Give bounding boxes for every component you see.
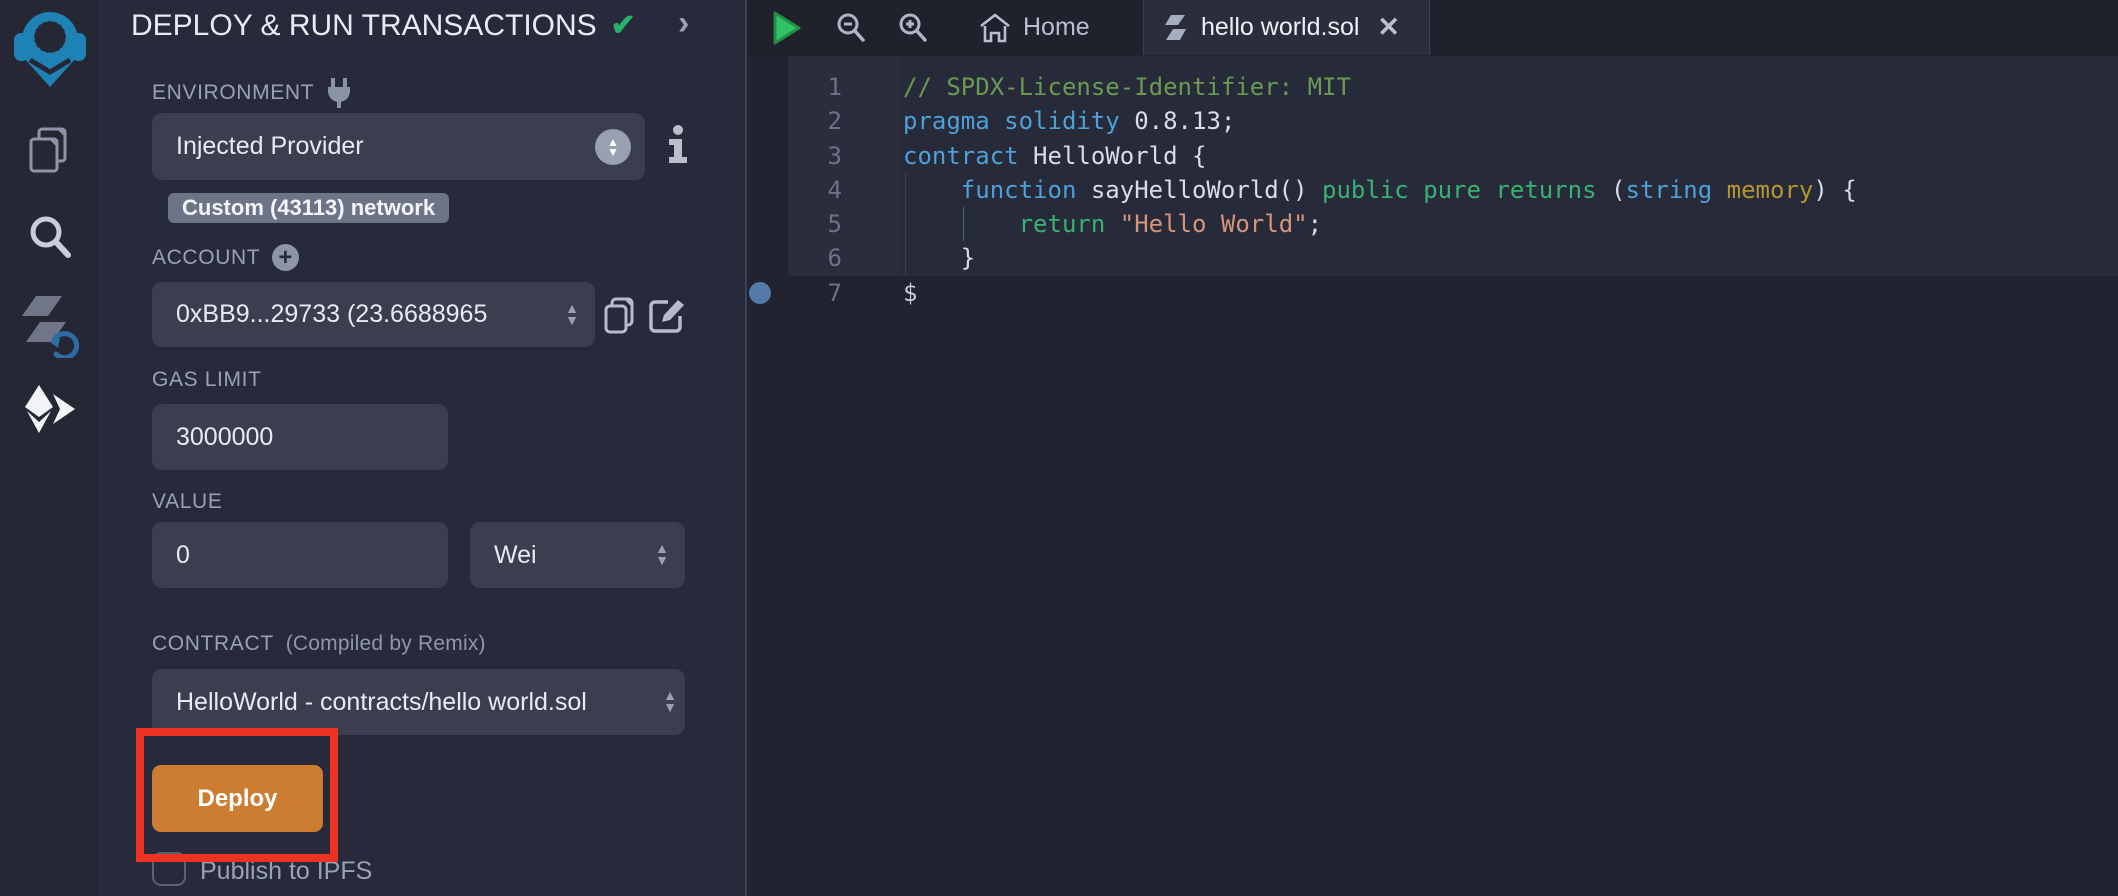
deploy-button[interactable]: Deploy — [152, 765, 323, 832]
line-number: 6 — [747, 241, 842, 275]
panel-title: DEPLOY & RUN TRANSACTIONS — [131, 9, 597, 43]
code-line-5[interactable]: 5 return "Hello World"; — [747, 207, 2118, 241]
zoom-out-button[interactable] — [835, 0, 867, 55]
contract-label-row: CONTRACT (Compiled by Remix) — [152, 632, 486, 656]
solidity-compiler-icon[interactable] — [0, 294, 100, 358]
code-text: contract HelloWorld { — [842, 139, 1206, 173]
code-line-7[interactable]: 7$ — [747, 276, 2118, 310]
line-number: 1 — [747, 70, 842, 104]
publish-to-ipfs-label: Publish to IPFS — [200, 854, 372, 888]
line-number: 4 — [747, 173, 842, 207]
editor-tab-bar: Home hello world.sol ✕ — [747, 0, 2118, 55]
tab-home[interactable]: Home — [969, 0, 1100, 55]
code-text: function sayHelloWorld() public pure ret… — [842, 173, 1857, 207]
deploy-and-run-icon[interactable] — [0, 384, 100, 434]
add-account-icon[interactable]: + — [272, 244, 299, 271]
value-unit-select[interactable]: Wei ▲▼ — [470, 522, 685, 588]
code-text: } — [842, 241, 975, 275]
environment-value: Injected Provider — [176, 132, 364, 161]
value-unit: Wei — [494, 541, 537, 570]
activity-bar — [0, 0, 100, 896]
code-text: pragma solidity 0.8.13; — [842, 104, 1235, 138]
gas-limit-label: GAS LIMIT — [152, 368, 262, 392]
home-icon — [979, 13, 1011, 43]
code-line-4[interactable]: 4 function sayHelloWorld() public pure r… — [747, 173, 2118, 207]
code-text: $ — [842, 276, 917, 310]
plug-icon — [326, 78, 352, 108]
publish-to-ipfs-checkbox[interactable] — [152, 852, 186, 886]
close-tab-icon[interactable]: ✕ — [1377, 12, 1400, 43]
edit-account-icon[interactable] — [648, 296, 686, 334]
environment-label: ENVIRONMENT — [152, 81, 314, 105]
copy-account-icon[interactable] — [602, 296, 636, 334]
value-label: VALUE — [152, 490, 222, 514]
line-number: 5 — [747, 207, 842, 241]
contract-select[interactable]: HelloWorld - contracts/hello world.sol ▲… — [152, 669, 685, 735]
tab-home-label: Home — [1023, 13, 1090, 42]
tab-hello-world-label: hello world.sol — [1201, 13, 1359, 42]
code-text: return "Hello World"; — [842, 207, 1322, 241]
environment-label-row: ENVIRONMENT — [152, 78, 352, 108]
deploy-run-panel: DEPLOY & RUN TRANSACTIONS ✔ › ENVIRONMEN… — [100, 0, 747, 896]
gas-limit-value: 3000000 — [176, 423, 273, 452]
file-explorer-icon[interactable] — [0, 126, 100, 176]
code-line-1[interactable]: 1// SPDX-License-Identifier: MIT — [747, 70, 2118, 104]
run-script-button[interactable] — [773, 0, 801, 55]
search-icon[interactable] — [0, 214, 100, 260]
account-label-row: ACCOUNT + — [152, 244, 299, 271]
contract-sublabel: (Compiled by Remix) — [286, 632, 486, 656]
account-select[interactable]: 0xBB9...29733 (23.6688965 ▲▼ — [152, 282, 595, 347]
line-number: 2 — [747, 104, 842, 138]
contract-label: CONTRACT — [152, 632, 274, 656]
environment-select-caret-icon: ▲▼ — [595, 129, 631, 165]
code-line-2[interactable]: 2pragma solidity 0.8.13; — [747, 104, 2118, 138]
environment-select[interactable]: Injected Provider ▲▼ — [152, 113, 645, 180]
gas-limit-input[interactable]: 3000000 — [152, 404, 448, 470]
value-amount: 0 — [176, 541, 190, 570]
code-line-6[interactable]: 6 } — [747, 241, 2118, 275]
environment-info-icon[interactable] — [666, 124, 690, 164]
code-editor[interactable]: 1// SPDX-License-Identifier: MIT2pragma … — [747, 55, 2118, 896]
contract-value: HelloWorld - contracts/hello world.sol — [176, 688, 587, 717]
editor-region: Home hello world.sol ✕ 1// SPDX-License-… — [747, 0, 2118, 896]
network-badge: Custom (43113) network — [168, 193, 449, 223]
contract-select-caret-icon: ▲▼ — [663, 690, 677, 714]
code-text: // SPDX-License-Identifier: MIT — [842, 70, 1351, 104]
account-value: 0xBB9...29733 (23.6688965 — [176, 300, 487, 329]
solidity-file-icon — [1164, 14, 1187, 41]
zoom-in-button[interactable] — [897, 0, 929, 55]
value-unit-caret-icon: ▲▼ — [655, 543, 669, 567]
compile-success-check-icon: ✔ — [611, 8, 636, 43]
tab-hello-world-sol[interactable]: hello world.sol ✕ — [1143, 0, 1430, 55]
breakpoint-dot-icon[interactable] — [749, 282, 771, 304]
line-number: 3 — [747, 139, 842, 173]
account-label: ACCOUNT — [152, 246, 260, 270]
remix-logo-icon — [0, 6, 100, 88]
code-line-3[interactable]: 3contract HelloWorld { — [747, 139, 2118, 173]
panel-title-row: DEPLOY & RUN TRANSACTIONS ✔ — [131, 8, 636, 43]
collapse-panel-chevron-icon[interactable]: › — [678, 4, 689, 43]
account-select-caret-icon: ▲▼ — [565, 303, 579, 327]
code-lines: 1// SPDX-License-Identifier: MIT2pragma … — [747, 70, 2118, 310]
value-input[interactable]: 0 — [152, 522, 448, 588]
